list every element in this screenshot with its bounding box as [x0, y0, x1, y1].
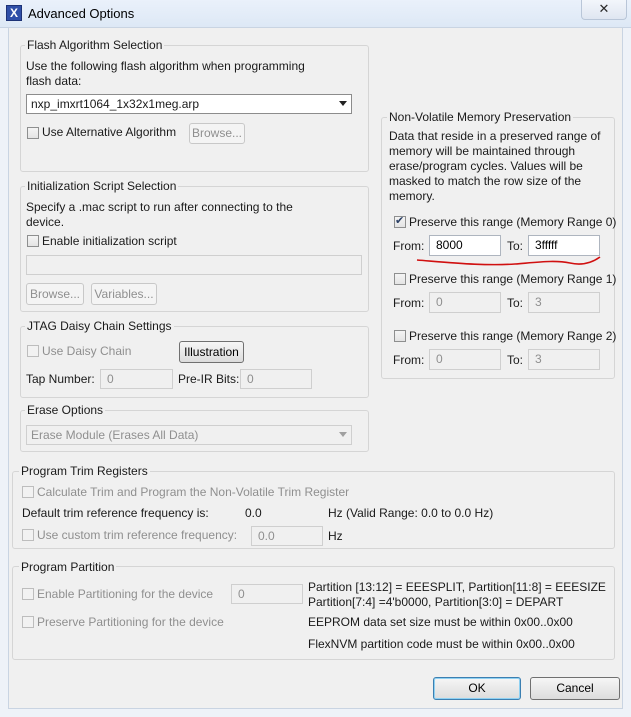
flash-algorithm-legend: Flash Algorithm Selection [25, 38, 165, 52]
tap-number-label: Tap Number: [26, 372, 95, 386]
use-alt-algorithm-checkbox[interactable] [27, 127, 39, 139]
range-2-to-input[interactable]: 3 [528, 349, 600, 370]
calc-trim-label: Calculate Trim and Program the Non-Volat… [37, 485, 350, 499]
chevron-down-icon [339, 101, 347, 106]
nvm-description: Data that reside in a preserved range of… [389, 129, 601, 203]
default-freq-label: Default trim reference frequency is: [22, 506, 209, 520]
erase-options-select[interactable]: Erase Module (Erases All Data) [26, 425, 352, 445]
init-script-path-input[interactable] [26, 255, 362, 275]
init-script-legend: Initialization Script Selection [25, 179, 179, 193]
init-script-description: Specify a .mac script to run after conne… [26, 200, 293, 229]
preserve-range-2-checkbox[interactable] [394, 330, 406, 342]
app-icon: X [6, 5, 22, 21]
preserve-range-1-checkbox[interactable] [394, 273, 406, 285]
range-1-to-label: To: [507, 296, 524, 310]
window-title: Advanced Options [28, 6, 135, 21]
flexnvm-note: FlexNVM partition code must be within 0x… [308, 637, 575, 651]
range-0-from-label: From: [393, 239, 425, 253]
use-daisy-chain-checkbox[interactable] [27, 345, 39, 357]
partition-info-line1: Partition [13:12] = EEESPLIT, Partition[… [308, 580, 606, 594]
default-freq-value: 0.0 [245, 506, 262, 520]
trim-legend: Program Trim Registers [19, 464, 150, 478]
illustration-button[interactable]: Illustration [179, 341, 244, 363]
enable-init-script-label: Enable initialization script [42, 234, 177, 248]
range-2-from-input[interactable]: 0 [429, 349, 501, 370]
preserve-range-2-label: Preserve this range (Memory Range 2) [409, 329, 617, 343]
tap-number-input[interactable]: 0 [100, 369, 173, 389]
range-0-from-input[interactable]: 8000 [429, 235, 501, 256]
use-daisy-chain-label: Use Daisy Chain [42, 344, 132, 358]
range-0-to-input[interactable]: 3fffff [528, 235, 600, 256]
range-1-from-label: From: [393, 296, 425, 310]
enable-init-script-checkbox[interactable] [27, 235, 39, 247]
preserve-partition-checkbox[interactable] [22, 616, 34, 628]
eeprom-note: EEPROM data set size must be within 0x00… [308, 615, 573, 629]
partition-info-line2: Partition[7:4] =4'b0000, Partition[3:0] … [308, 595, 564, 609]
custom-trim-checkbox[interactable] [22, 529, 34, 541]
flash-algorithm-value: nxp_imxrt1064_1x32x1meg.arp [31, 97, 200, 111]
cancel-button[interactable]: Cancel [530, 677, 620, 700]
preserve-range-1-label: Preserve this range (Memory Range 1) [409, 272, 617, 286]
use-alt-algorithm-label: Use Alternative Algorithm [42, 125, 177, 139]
enable-partition-checkbox[interactable] [22, 588, 34, 600]
custom-trim-hz-label: Hz [328, 529, 343, 543]
range-1-from-input[interactable]: 0 [429, 292, 501, 313]
range-1-to-input[interactable]: 3 [528, 292, 600, 313]
nvm-legend: Non-Volatile Memory Preservation [387, 110, 574, 124]
preserve-range-0-checkbox[interactable] [394, 214, 406, 228]
erase-options-value: Erase Module (Erases All Data) [31, 428, 199, 442]
range-0-to-label: To: [507, 239, 524, 253]
flash-algorithm-description: Use the following flash algorithm when p… [26, 59, 305, 88]
pre-ir-bits-label: Pre-IR Bits: [178, 372, 240, 386]
partition-legend: Program Partition [19, 560, 117, 574]
preserve-range-0-label: Preserve this range (Memory Range 0) [409, 215, 617, 229]
preserve-partition-label: Preserve Partitioning for the device [37, 615, 224, 629]
flash-algorithm-select[interactable]: nxp_imxrt1064_1x32x1meg.arp [26, 94, 352, 114]
ok-button[interactable]: OK [433, 677, 521, 700]
enable-partition-input[interactable]: 0 [231, 584, 303, 604]
flash-browse-button[interactable]: Browse... [189, 123, 245, 144]
init-browse-button[interactable]: Browse... [26, 283, 84, 305]
erase-legend: Erase Options [25, 403, 106, 417]
close-button[interactable]: ✕ [581, 0, 627, 20]
custom-trim-input[interactable]: 0.0 [251, 526, 323, 546]
chevron-down-icon [339, 432, 347, 437]
jtag-legend: JTAG Daisy Chain Settings [25, 319, 174, 333]
default-freq-range: Hz (Valid Range: 0.0 to 0.0 Hz) [328, 506, 494, 520]
init-variables-button[interactable]: Variables... [91, 283, 157, 305]
enable-partition-label: Enable Partitioning for the device [37, 587, 214, 601]
custom-trim-label: Use custom trim reference frequency: [37, 528, 238, 542]
calc-trim-checkbox[interactable] [22, 486, 34, 498]
red-underline-annotation [416, 256, 601, 266]
pre-ir-bits-input[interactable]: 0 [240, 369, 312, 389]
range-2-to-label: To: [507, 353, 524, 367]
range-2-from-label: From: [393, 353, 425, 367]
